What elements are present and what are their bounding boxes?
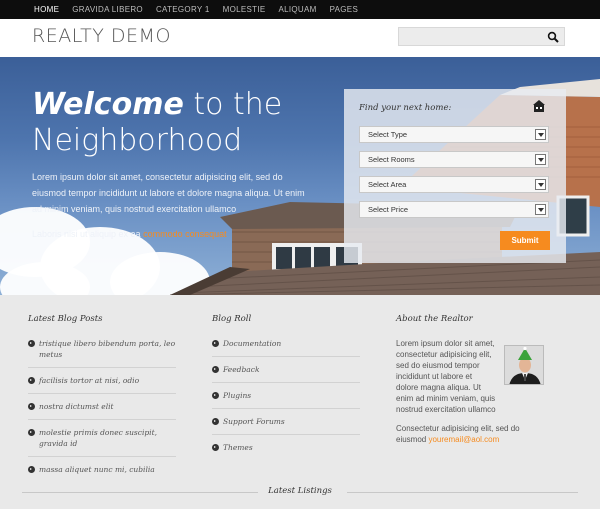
- select-price-label: Select Price: [368, 205, 409, 214]
- nav-item-category-1[interactable]: CATEGORY 1: [156, 0, 210, 19]
- blog-roll-text: Themes: [223, 443, 253, 452]
- blog-roll-item-feedback[interactable]: Feedback: [212, 364, 360, 383]
- nav-item-home[interactable]: HOME: [34, 0, 59, 19]
- search-input[interactable]: [403, 30, 541, 44]
- blog-roll-text: Support Forums: [223, 417, 285, 426]
- search-icon[interactable]: [547, 31, 559, 43]
- blog-roll-title: Blog Roll: [212, 314, 252, 324]
- blog-post-item[interactable]: molestie primis donec suscipit, gravida …: [28, 427, 176, 457]
- blog-post-text: facilisis tortor at nisi, odio: [39, 376, 140, 385]
- blog-post-item[interactable]: massa aliquet nunc mi, cubilia: [28, 464, 176, 482]
- about-realtor: About the Realtor Lorem ipsum dolor sit …: [396, 314, 546, 445]
- blog-post-item[interactable]: nostra dictumst elit: [28, 401, 176, 420]
- chevron-down-icon: [535, 129, 546, 140]
- select-type-label: Select Type: [368, 130, 408, 139]
- blog-roll: Blog Roll Documentation Feedback Plugins…: [212, 314, 360, 467]
- nav-item-gravida-libero[interactable]: GRAVIDA LIBERO: [72, 0, 143, 19]
- site-header: REALTY DEMO: [0, 19, 600, 57]
- top-nav: HOME GRAVIDA LIBERO CATEGORY 1 MOLESTIE …: [0, 0, 600, 19]
- hero-title-bold: Welcome: [32, 87, 184, 122]
- select-type[interactable]: Select Type: [359, 126, 549, 143]
- blog-roll-item-documentation[interactable]: Documentation: [212, 338, 360, 357]
- arrow-bullet-icon: [28, 340, 35, 347]
- blog-post-text: tristique libero bibendum porta, leo met…: [39, 339, 176, 359]
- blog-roll-text: Feedback: [223, 365, 260, 374]
- blog-posts-title: Latest Blog Posts: [28, 314, 103, 324]
- latest-blog-posts: Latest Blog Posts tristique libero biben…: [28, 314, 176, 489]
- hero-paragraph-2-text: Laboris nisi ut aliquip ex ea: [32, 229, 144, 239]
- blog-roll-item-plugins[interactable]: Plugins: [212, 390, 360, 409]
- blog-post-text: molestie primis donec suscipit, gravida …: [39, 428, 157, 448]
- blog-roll-text: Plugins: [223, 391, 252, 400]
- about-contact: Consectetur adipisicing elit, sed do eiu…: [396, 423, 521, 445]
- chevron-down-icon: [535, 204, 546, 215]
- avatar: [504, 345, 544, 385]
- email-link[interactable]: youremail@aol.com: [428, 435, 499, 444]
- arrow-bullet-icon: [28, 377, 35, 384]
- house-icon: [533, 100, 545, 112]
- nav-item-molestie[interactable]: MOLESTIE: [223, 0, 266, 19]
- select-area[interactable]: Select Area: [359, 176, 549, 193]
- hero-banner: Welcome to the Neighborhood Lorem ipsum …: [0, 57, 600, 295]
- hero-text: Welcome to the Neighborhood Lorem ipsum …: [32, 87, 332, 239]
- blog-roll-item-themes[interactable]: Themes: [212, 442, 360, 460]
- blog-post-text: massa aliquet nunc mi, cubilia: [39, 465, 155, 474]
- latest-listings-divider: Latest Listings: [22, 486, 578, 498]
- hero-title: Welcome to the Neighborhood: [32, 87, 332, 159]
- select-rooms-label: Select Rooms: [368, 155, 415, 164]
- nav-item-pages[interactable]: PAGES: [330, 0, 358, 19]
- about-title: About the Realtor: [396, 314, 473, 324]
- chevron-down-icon: [535, 154, 546, 165]
- search-box: [398, 27, 565, 46]
- select-area-label: Select Area: [368, 180, 407, 189]
- finder-title: Find your next home:: [359, 103, 452, 113]
- submit-button[interactable]: Submit: [500, 231, 550, 250]
- hero-paragraph-2: Laboris nisi ut aliquip ex ea commodo co…: [32, 229, 332, 239]
- select-rooms[interactable]: Select Rooms: [359, 151, 549, 168]
- blog-post-item[interactable]: tristique libero bibendum porta, leo met…: [28, 338, 176, 368]
- arrow-bullet-icon: [212, 340, 219, 347]
- latest-listings-title: Latest Listings: [268, 486, 332, 496]
- realtor-photo: [505, 346, 543, 384]
- site-logo[interactable]: REALTY DEMO: [32, 25, 171, 47]
- hero-link[interactable]: commodo consequat: [143, 229, 227, 239]
- arrow-bullet-icon: [212, 444, 219, 451]
- arrow-bullet-icon: [212, 392, 219, 399]
- arrow-bullet-icon: [212, 366, 219, 373]
- blog-roll-item-support-forums[interactable]: Support Forums: [212, 416, 360, 435]
- about-paragraph: Lorem ipsum dolor sit amet, consectetur …: [396, 339, 496, 414]
- nav-item-aliquam[interactable]: ALIQUAM: [279, 0, 317, 19]
- arrow-bullet-icon: [28, 429, 35, 436]
- arrow-bullet-icon: [212, 418, 219, 425]
- blog-post-item[interactable]: facilisis tortor at nisi, odio: [28, 375, 176, 394]
- arrow-bullet-icon: [28, 466, 35, 473]
- hero-title-line2: Neighborhood: [32, 123, 243, 158]
- chevron-down-icon: [535, 179, 546, 190]
- blog-roll-text: Documentation: [223, 339, 282, 348]
- arrow-bullet-icon: [28, 403, 35, 410]
- home-finder-panel: Find your next home: Select Type Select …: [344, 89, 566, 263]
- blog-post-text: nostra dictumst elit: [39, 402, 114, 411]
- select-price[interactable]: Select Price: [359, 201, 549, 218]
- hero-paragraph: Lorem ipsum dolor sit amet, consectetur …: [32, 172, 305, 214]
- hero-title-rest: to the: [183, 87, 283, 122]
